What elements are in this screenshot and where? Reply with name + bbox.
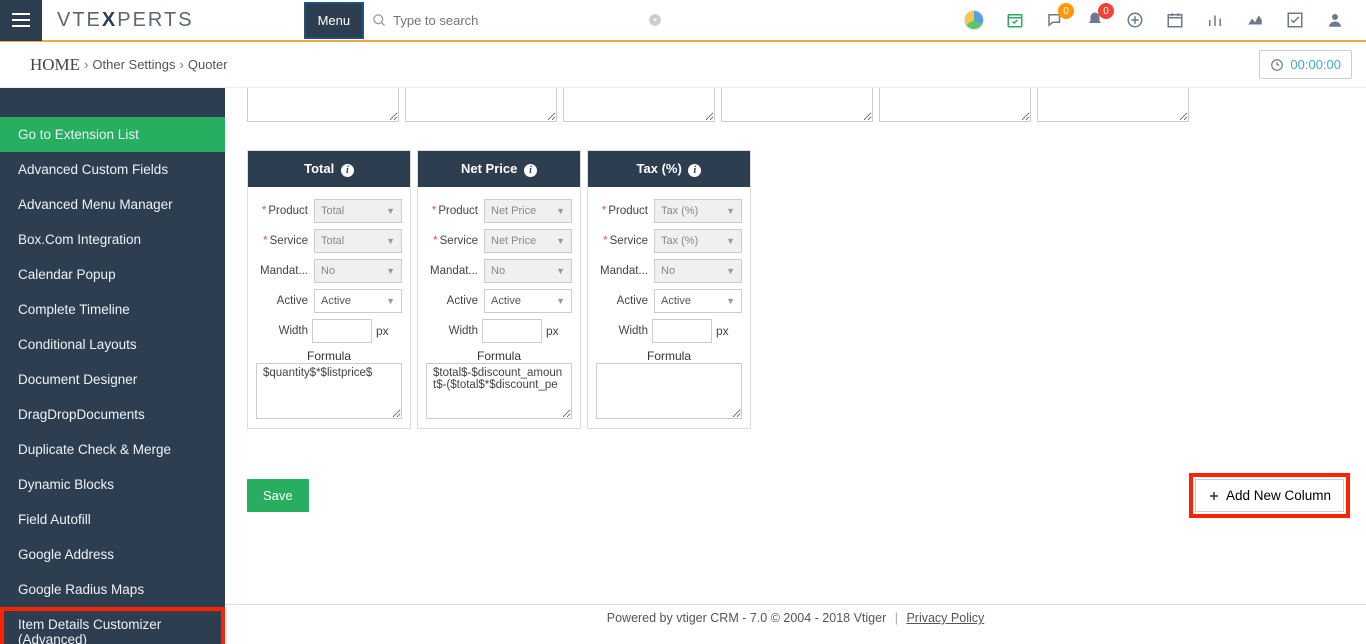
footer: Powered by vtiger CRM - 7.0 © 2004 - 201… (225, 604, 1366, 625)
column-card: Net Price i *ProductNet Price▼ *ServiceN… (417, 150, 581, 429)
search-input[interactable] (393, 13, 613, 28)
top-textarea[interactable] (247, 88, 399, 122)
mandatory-select[interactable]: No▼ (314, 259, 402, 283)
card-header: Total i (248, 151, 410, 187)
product-select[interactable]: Total▼ (314, 199, 402, 223)
sidebar-item-partial[interactable] (0, 88, 225, 117)
info-icon[interactable]: i (341, 164, 354, 177)
width-input[interactable] (652, 319, 712, 343)
clock-icon (1270, 58, 1284, 72)
sidebar: Go to Extension ListAdvanced Custom Fiel… (0, 88, 225, 644)
bell-icon[interactable]: 0 (1086, 11, 1104, 29)
card-header: Net Price i (418, 151, 580, 187)
top-textarea[interactable] (1037, 88, 1189, 122)
info-icon[interactable]: i (688, 164, 701, 177)
sidebar-item[interactable]: DragDropDocuments (0, 397, 225, 432)
top-textarea[interactable] (563, 88, 715, 122)
sidebar-item[interactable]: Box.Com Integration (0, 222, 225, 257)
service-select[interactable]: Total▼ (314, 229, 402, 253)
add-new-column-label: Add New Column (1226, 488, 1331, 503)
card-header: Tax (%) i (588, 151, 750, 187)
formula-label: Formula (256, 349, 402, 363)
sidebar-item[interactable]: Advanced Menu Manager (0, 187, 225, 222)
formula-textarea[interactable]: $quantity$*$listprice$ (256, 363, 402, 419)
top-textarea[interactable] (879, 88, 1031, 122)
breadcrumb-mid[interactable]: Other Settings (92, 57, 175, 72)
bell-badge: 0 (1098, 3, 1114, 19)
bar-chart-icon[interactable] (1206, 11, 1224, 29)
sidebar-item[interactable]: Conditional Layouts (0, 327, 225, 362)
sidebar-item[interactable]: Go to Extension List (0, 117, 225, 152)
sidebar-item[interactable]: Calendar Popup (0, 257, 225, 292)
search-box[interactable] (372, 13, 662, 28)
active-select[interactable]: Active▼ (484, 289, 572, 313)
save-button[interactable]: Save (247, 479, 309, 512)
column-card: Total i *ProductTotal▼ *ServiceTotal▼ Ma… (247, 150, 411, 429)
service-select[interactable]: Net Price▼ (484, 229, 572, 253)
footer-text: Powered by vtiger CRM - 7.0 © 2004 - 201… (607, 611, 886, 625)
service-select[interactable]: Tax (%)▼ (654, 229, 742, 253)
sidebar-item[interactable]: Document Designer (0, 362, 225, 397)
sidebar-item[interactable]: Item Details Customizer (Advanced) (0, 607, 225, 644)
calendar-icon[interactable] (1166, 11, 1184, 29)
px-unit: px (716, 324, 729, 338)
breadcrumb-leaf[interactable]: Quoter (188, 57, 228, 72)
hamburger-menu[interactable] (0, 0, 42, 41)
chat-badge: 0 (1058, 3, 1074, 19)
privacy-link[interactable]: Privacy Policy (906, 611, 984, 625)
mandatory-select[interactable]: No▼ (484, 259, 572, 283)
formula-label: Formula (426, 349, 572, 363)
sidebar-item[interactable]: Google Address (0, 537, 225, 572)
timer-widget[interactable]: 00:00:00 (1259, 50, 1352, 79)
top-textarea[interactable] (721, 88, 873, 122)
formula-textarea[interactable]: $total$-$discount_amount$-($total$*$disc… (426, 363, 572, 419)
calendar-check-icon[interactable] (1006, 11, 1024, 29)
width-input[interactable] (312, 319, 372, 343)
width-input[interactable] (482, 319, 542, 343)
search-icon (372, 13, 387, 28)
sidebar-item[interactable]: Advanced Custom Fields (0, 152, 225, 187)
formula-label: Formula (596, 349, 742, 363)
column-card: Tax (%) i *ProductTax (%)▼ *ServiceTax (… (587, 150, 751, 429)
user-icon[interactable] (1326, 11, 1344, 29)
plus-icon (1208, 490, 1220, 502)
logo: VTEXPERTS (57, 9, 194, 32)
menu-button[interactable]: Menu (304, 2, 365, 39)
chevron-right-icon: › (84, 57, 88, 72)
area-chart-icon[interactable] (1246, 11, 1264, 29)
px-unit: px (546, 324, 559, 338)
sidebar-item[interactable]: Duplicate Check & Merge (0, 432, 225, 467)
app-icon[interactable] (964, 10, 984, 30)
product-select[interactable]: Tax (%)▼ (654, 199, 742, 223)
sidebar-item[interactable]: Field Autofill (0, 502, 225, 537)
sidebar-item[interactable]: Dynamic Blocks (0, 467, 225, 502)
sidebar-item[interactable]: Google Radius Maps (0, 572, 225, 607)
px-unit: px (376, 324, 389, 338)
mandatory-select[interactable]: No▼ (654, 259, 742, 283)
active-select[interactable]: Active▼ (314, 289, 402, 313)
sidebar-item[interactable]: Complete Timeline (0, 292, 225, 327)
active-select[interactable]: Active▼ (654, 289, 742, 313)
add-new-column-button[interactable]: Add New Column (1195, 479, 1344, 512)
search-dropdown-icon[interactable] (648, 13, 662, 27)
product-select[interactable]: Net Price▼ (484, 199, 572, 223)
plus-circle-icon[interactable] (1126, 11, 1144, 29)
timer-value: 00:00:00 (1290, 57, 1341, 72)
chevron-right-icon: › (180, 57, 184, 72)
main-content: Total i *ProductTotal▼ *ServiceTotal▼ Ma… (225, 88, 1366, 644)
breadcrumb-home[interactable]: HOME (30, 55, 80, 75)
formula-textarea[interactable] (596, 363, 742, 419)
top-textarea[interactable] (405, 88, 557, 122)
info-icon[interactable]: i (524, 164, 537, 177)
chat-icon[interactable]: 0 (1046, 11, 1064, 29)
checkbox-icon[interactable] (1286, 11, 1304, 29)
